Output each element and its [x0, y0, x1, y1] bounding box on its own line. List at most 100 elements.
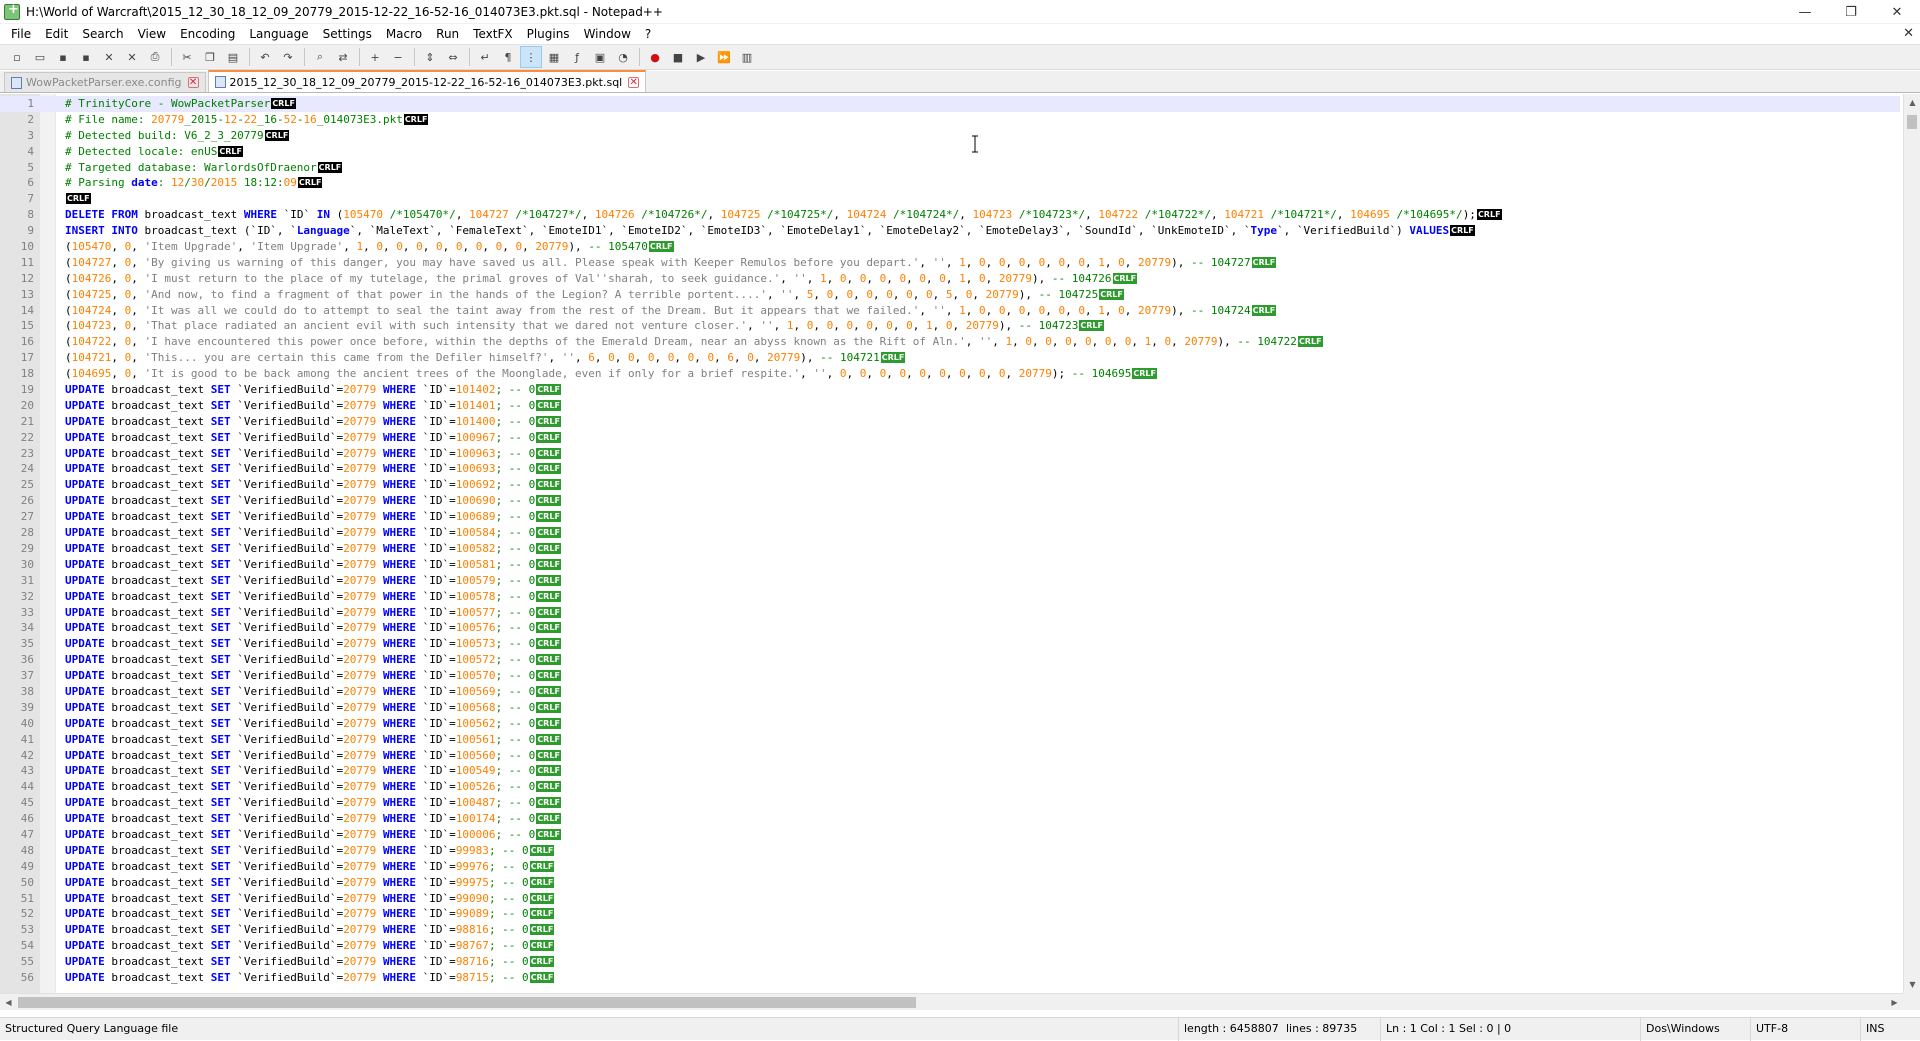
indent-guide-icon[interactable]: ⋮ — [520, 46, 542, 68]
tab-sql-file[interactable]: 2015_12_30_18_12_09_20779_2015-12-22_16-… — [207, 70, 647, 92]
horizontal-scrollbar[interactable]: ◀ ▶ — [0, 993, 1903, 1010]
copy-icon[interactable]: ❐ — [199, 46, 221, 68]
code-line[interactable]: 6 # Parsing date: 12/30/2015 18:12:09 CRLF — [0, 175, 1900, 191]
code-line[interactable]: 35 UPDATE broadcast_text SET `VerifiedBui… — [0, 636, 1900, 652]
code-line[interactable]: 54 UPDATE broadcast_text SET `VerifiedBui… — [0, 938, 1900, 954]
code-line[interactable]: 33 UPDATE broadcast_text SET `VerifiedBui… — [0, 605, 1900, 621]
code-line[interactable]: 39 UPDATE broadcast_text SET `VerifiedBui… — [0, 700, 1900, 716]
code-line[interactable]: 16 (104722, 0, 'I have encountered this p… — [0, 334, 1900, 350]
vertical-scrollbar[interactable]: ▲ ▼ — [1903, 94, 1920, 993]
code-line[interactable]: 46 UPDATE broadcast_text SET `VerifiedBui… — [0, 811, 1900, 827]
run-macro-multiple-icon[interactable]: ⏩ — [713, 46, 735, 68]
sync-horizontal-icon[interactable]: ⇔ — [442, 46, 464, 68]
new-file-icon[interactable]: ▫ — [6, 46, 28, 68]
code-line[interactable]: 34 UPDATE broadcast_text SET `VerifiedBui… — [0, 620, 1900, 636]
code-line[interactable]: 47 UPDATE broadcast_text SET `VerifiedBui… — [0, 827, 1900, 843]
code-line[interactable]: 49 UPDATE broadcast_text SET `VerifiedBui… — [0, 859, 1900, 875]
replace-icon[interactable]: ⇄ — [332, 46, 354, 68]
menu-file[interactable]: File — [4, 24, 38, 44]
code-line[interactable]: 41 UPDATE broadcast_text SET `VerifiedBui… — [0, 732, 1900, 748]
code-line[interactable]: 4 # Detected locale: enUS CRLF — [0, 144, 1900, 160]
word-wrap-icon[interactable]: ↵ — [474, 46, 496, 68]
code-line[interactable]: 9 INSERT INTO broadcast_text (`ID`, `Lang… — [0, 223, 1900, 239]
status-encoding[interactable]: UTF-8 — [1750, 1018, 1860, 1041]
code-area[interactable]: 1 # TrinityCore - WowPacketParser CRLF 2 # F… — [0, 96, 1900, 986]
menu-plugins[interactable]: Plugins — [520, 24, 577, 44]
code-line[interactable]: 38 UPDATE broadcast_text SET `VerifiedBui… — [0, 684, 1900, 700]
cut-icon[interactable]: ✂ — [176, 46, 198, 68]
print-icon[interactable]: ⎙ — [144, 46, 166, 68]
undo-icon[interactable]: ↶ — [254, 46, 276, 68]
close-window-button[interactable]: ✕ — [1874, 0, 1920, 24]
show-all-chars-icon[interactable]: ¶ — [497, 46, 519, 68]
menu-macro[interactable]: Macro — [379, 24, 429, 44]
code-line[interactable]: 56 UPDATE broadcast_text SET `VerifiedBui… — [0, 970, 1900, 986]
zoom-out-icon[interactable]: − — [387, 46, 409, 68]
code-line[interactable]: 2 # File name: 20779_2015-12-22_16-52-16_… — [0, 112, 1900, 128]
code-line[interactable]: 31 UPDATE broadcast_text SET `VerifiedBui… — [0, 573, 1900, 589]
code-line[interactable]: 3 # Detected build: V6_2_3_20779 CRLF — [0, 128, 1900, 144]
code-line[interactable]: 25 UPDATE broadcast_text SET `VerifiedBui… — [0, 477, 1900, 493]
scroll-up-icon[interactable]: ▲ — [1904, 94, 1920, 111]
menu-edit[interactable]: Edit — [38, 24, 75, 44]
code-line[interactable]: 24 UPDATE broadcast_text SET `VerifiedBui… — [0, 461, 1900, 477]
code-line[interactable]: 37 UPDATE broadcast_text SET `VerifiedBui… — [0, 668, 1900, 684]
tab-close-icon[interactable]: ✕ — [628, 76, 640, 88]
save-macro-icon[interactable]: ▥ — [736, 46, 758, 68]
code-line[interactable]: 55 UPDATE broadcast_text SET `VerifiedBui… — [0, 954, 1900, 970]
close-icon[interactable]: ✕ — [98, 46, 120, 68]
open-file-icon[interactable]: ▭ — [29, 46, 51, 68]
sync-vertical-icon[interactable]: ⇕ — [419, 46, 441, 68]
code-line[interactable]: 36 UPDATE broadcast_text SET `VerifiedBui… — [0, 652, 1900, 668]
code-line[interactable]: 50 UPDATE broadcast_text SET `VerifiedBui… — [0, 875, 1900, 891]
folder-workspace-icon[interactable]: ▣ — [589, 46, 611, 68]
code-line[interactable]: 20 UPDATE broadcast_text SET `VerifiedBui… — [0, 398, 1900, 414]
horizontal-scroll-thumb[interactable] — [18, 997, 916, 1008]
code-line[interactable]: 53 UPDATE broadcast_text SET `VerifiedBui… — [0, 922, 1900, 938]
redo-icon[interactable]: ↷ — [277, 46, 299, 68]
code-line[interactable]: 23 UPDATE broadcast_text SET `VerifiedBui… — [0, 446, 1900, 462]
menu-run[interactable]: Run — [429, 24, 466, 44]
code-line[interactable]: 17 (104721, 0, 'This... you are certain t… — [0, 350, 1900, 366]
tab-wowpacketparser-config[interactable]: WowPacketParser.exe.config ✕ — [4, 72, 206, 92]
code-line[interactable]: 43 UPDATE broadcast_text SET `VerifiedBui… — [0, 763, 1900, 779]
menu-encoding[interactable]: Encoding — [173, 24, 242, 44]
tab-close-icon[interactable]: ✕ — [187, 77, 199, 88]
code-line[interactable]: 27 UPDATE broadcast_text SET `VerifiedBui… — [0, 509, 1900, 525]
code-line[interactable]: 22 UPDATE broadcast_text SET `VerifiedBui… — [0, 430, 1900, 446]
code-line[interactable]: 48 UPDATE broadcast_text SET `VerifiedBui… — [0, 843, 1900, 859]
menu-window[interactable]: Window — [577, 24, 638, 44]
code-line[interactable]: 26 UPDATE broadcast_text SET `VerifiedBui… — [0, 493, 1900, 509]
code-line[interactable]: 29 UPDATE broadcast_text SET `VerifiedBui… — [0, 541, 1900, 557]
code-line[interactable]: 51 UPDATE broadcast_text SET `VerifiedBui… — [0, 891, 1900, 907]
scroll-left-icon[interactable]: ◀ — [0, 994, 17, 1011]
monitoring-icon[interactable]: ◔ — [612, 46, 634, 68]
code-line[interactable]: 45 UPDATE broadcast_text SET `VerifiedBui… — [0, 795, 1900, 811]
status-eol-format[interactable]: Dos\Windows — [1640, 1018, 1750, 1041]
record-macro-icon[interactable]: ● — [644, 46, 666, 68]
function-list-icon[interactable]: ƒ — [566, 46, 588, 68]
code-line[interactable]: 14 (104724, 0, 'It was all we could do to… — [0, 303, 1900, 319]
menu-view[interactable]: View — [131, 24, 173, 44]
code-line[interactable]: 40 UPDATE broadcast_text SET `VerifiedBui… — [0, 716, 1900, 732]
code-line[interactable]: 19 UPDATE broadcast_text SET `VerifiedBui… — [0, 382, 1900, 398]
menu-textfx[interactable]: TextFX — [466, 24, 519, 44]
code-line[interactable]: 30 UPDATE broadcast_text SET `VerifiedBui… — [0, 557, 1900, 573]
code-line[interactable]: 11 (104727, 0, 'By giving us warning of t… — [0, 255, 1900, 271]
play-macro-icon[interactable]: ▶ — [690, 46, 712, 68]
code-line[interactable]: 28 UPDATE broadcast_text SET `VerifiedBui… — [0, 525, 1900, 541]
menu-search[interactable]: Search — [75, 24, 130, 44]
code-line[interactable]: 7 CRLF — [0, 191, 1900, 207]
code-line[interactable]: 8 DELETE FROM broadcast_text WHERE `ID` I… — [0, 207, 1900, 223]
code-line[interactable]: 32 UPDATE broadcast_text SET `VerifiedBui… — [0, 589, 1900, 605]
editor[interactable]: 1 # TrinityCore - WowPacketParser CRLF 2 # F… — [0, 94, 1920, 993]
code-line[interactable]: 18 (104695, 0, 'It is good to be back amo… — [0, 366, 1900, 382]
code-line[interactable]: 44 UPDATE broadcast_text SET `VerifiedBui… — [0, 779, 1900, 795]
menu-settings[interactable]: Settings — [316, 24, 379, 44]
zoom-in-icon[interactable]: + — [364, 46, 386, 68]
save-all-icon[interactable]: ▪ — [75, 46, 97, 68]
code-line[interactable]: 5 # Targeted database: WarlordsOfDraenor C… — [0, 160, 1900, 176]
code-line[interactable]: 15 (104723, 0, 'That place radiated an an… — [0, 318, 1900, 334]
code-line[interactable]: 52 UPDATE broadcast_text SET `VerifiedBui… — [0, 906, 1900, 922]
close-document-button[interactable]: ✕ — [1903, 24, 1914, 44]
